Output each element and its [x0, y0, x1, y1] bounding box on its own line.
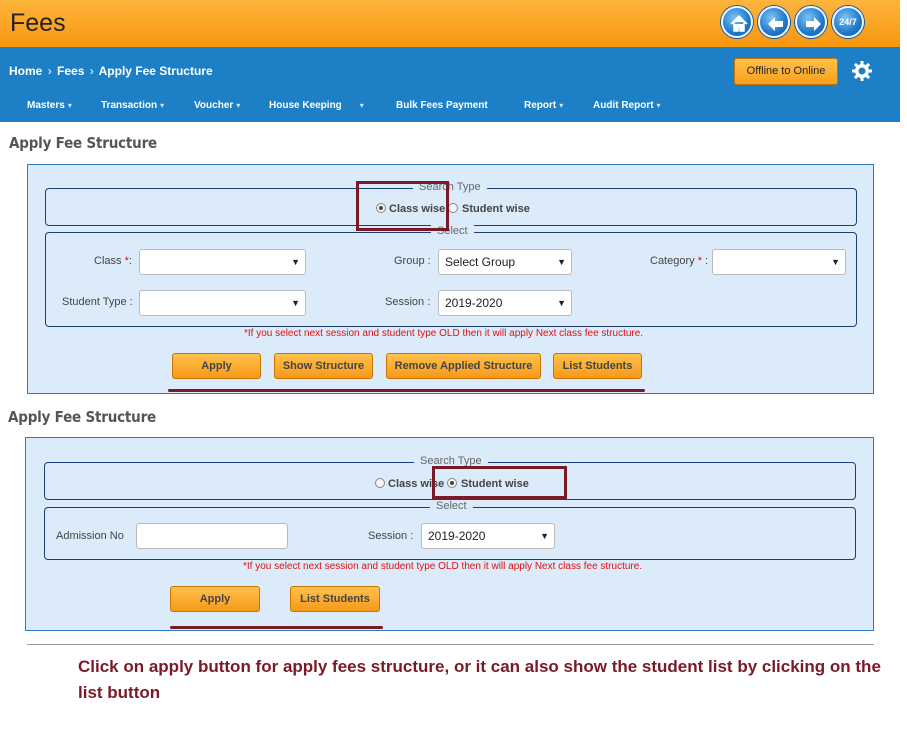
session-label-2: Session :	[368, 530, 414, 542]
gear-icon[interactable]	[851, 60, 873, 82]
main-menu: Masters ▾ Transaction ▾ Voucher ▾ House Kee…	[0, 96, 900, 118]
group-select[interactable]: Select Group ▼	[438, 249, 572, 275]
session-label: Session :	[385, 296, 431, 308]
breadcrumb-bar: Home › Fees › Apply Fee Structure Offlin…	[0, 47, 900, 122]
student-wise-radio[interactable]	[448, 203, 458, 213]
class-select[interactable]: ▼	[139, 249, 306, 275]
session-note: *If you select next session and student …	[244, 328, 644, 339]
select-fieldset-2: Select Admission No Session : 2019-2020 ▼	[44, 500, 856, 560]
breadcrumb-home[interactable]: Home	[9, 64, 42, 78]
apply-button[interactable]: Apply	[172, 353, 261, 379]
student-type-select[interactable]: ▼	[139, 290, 306, 316]
page-title: Apply Fee Structure	[9, 134, 158, 152]
menu-house-keeping[interactable]: House Keeping ▾	[269, 100, 364, 111]
admission-no-input[interactable]	[136, 523, 288, 549]
select-legend-2: Select	[430, 500, 473, 512]
category-select[interactable]: ▼	[712, 249, 846, 275]
admission-no-label: Admission No	[56, 530, 124, 542]
breadcrumb: Home › Fees › Apply Fee Structure	[9, 64, 213, 78]
student-wise-highlight	[432, 466, 567, 499]
remove-applied-structure-button[interactable]: Remove Applied Structure	[386, 353, 541, 379]
app-title: Fees	[10, 9, 66, 37]
menu-transaction[interactable]: Transaction ▾	[101, 100, 164, 111]
nav-icons: 24/7	[721, 6, 864, 38]
menu-bulk-fees-payment[interactable]: Bulk Fees Payment	[396, 100, 488, 111]
breadcrumb-fees[interactable]: Fees	[57, 64, 84, 78]
buttons-underline	[168, 389, 645, 392]
support-24-7-icon[interactable]: 24/7	[832, 6, 864, 38]
instruction-caption: Click on apply button for apply fees str…	[78, 657, 881, 702]
student-wise-label: Student wise	[462, 203, 530, 215]
student-type-label: Student Type :	[62, 296, 133, 308]
page-title-2: Apply Fee Structure	[8, 408, 157, 426]
class-wise-radio-2[interactable]	[375, 478, 385, 488]
apply-button-2[interactable]: Apply	[170, 586, 260, 612]
group-label: Group :	[394, 255, 431, 267]
breadcrumb-separator: ›	[47, 64, 52, 78]
select-fieldset: Select Class *: ▼ Group : Select Group ▼ …	[45, 225, 857, 327]
session-note-2: *If you select next session and student …	[243, 561, 643, 572]
menu-report[interactable]: Report ▾	[524, 100, 563, 111]
search-type-fieldset: Search Type Class wise Student wise	[45, 181, 857, 226]
divider	[27, 644, 874, 645]
back-arrow-icon[interactable]	[758, 6, 790, 38]
class-wise-highlight	[356, 181, 449, 231]
session-select-2[interactable]: 2019-2020 ▼	[421, 523, 555, 549]
home-icon[interactable]	[721, 6, 753, 38]
fees-app: Fees 24/7 Home › Fees › Apply Fee Struct…	[0, 0, 907, 752]
category-label: Category * :	[650, 255, 709, 267]
list-students-button-2[interactable]: List Students	[290, 586, 380, 612]
buttons-underline-2	[170, 626, 383, 629]
breadcrumb-current: Apply Fee Structure	[98, 64, 213, 78]
menu-audit-report[interactable]: Audit Report ▾	[593, 100, 661, 111]
show-structure-button[interactable]: Show Structure	[274, 353, 373, 379]
class-wise-panel: Search Type Class wise Student wise Sele…	[27, 164, 874, 394]
forward-arrow-icon[interactable]	[795, 6, 827, 38]
support-label: 24/7	[839, 17, 857, 27]
breadcrumb-separator: ›	[89, 64, 94, 78]
menu-masters[interactable]: Masters ▾	[27, 100, 72, 111]
menu-voucher[interactable]: Voucher ▾	[194, 100, 240, 111]
session-select[interactable]: 2019-2020 ▼	[438, 290, 572, 316]
list-students-button[interactable]: List Students	[553, 353, 642, 379]
top-bar: Fees 24/7	[0, 0, 900, 47]
class-label: Class *:	[94, 255, 132, 267]
offline-to-online-button[interactable]: Offline to Online	[734, 58, 838, 85]
